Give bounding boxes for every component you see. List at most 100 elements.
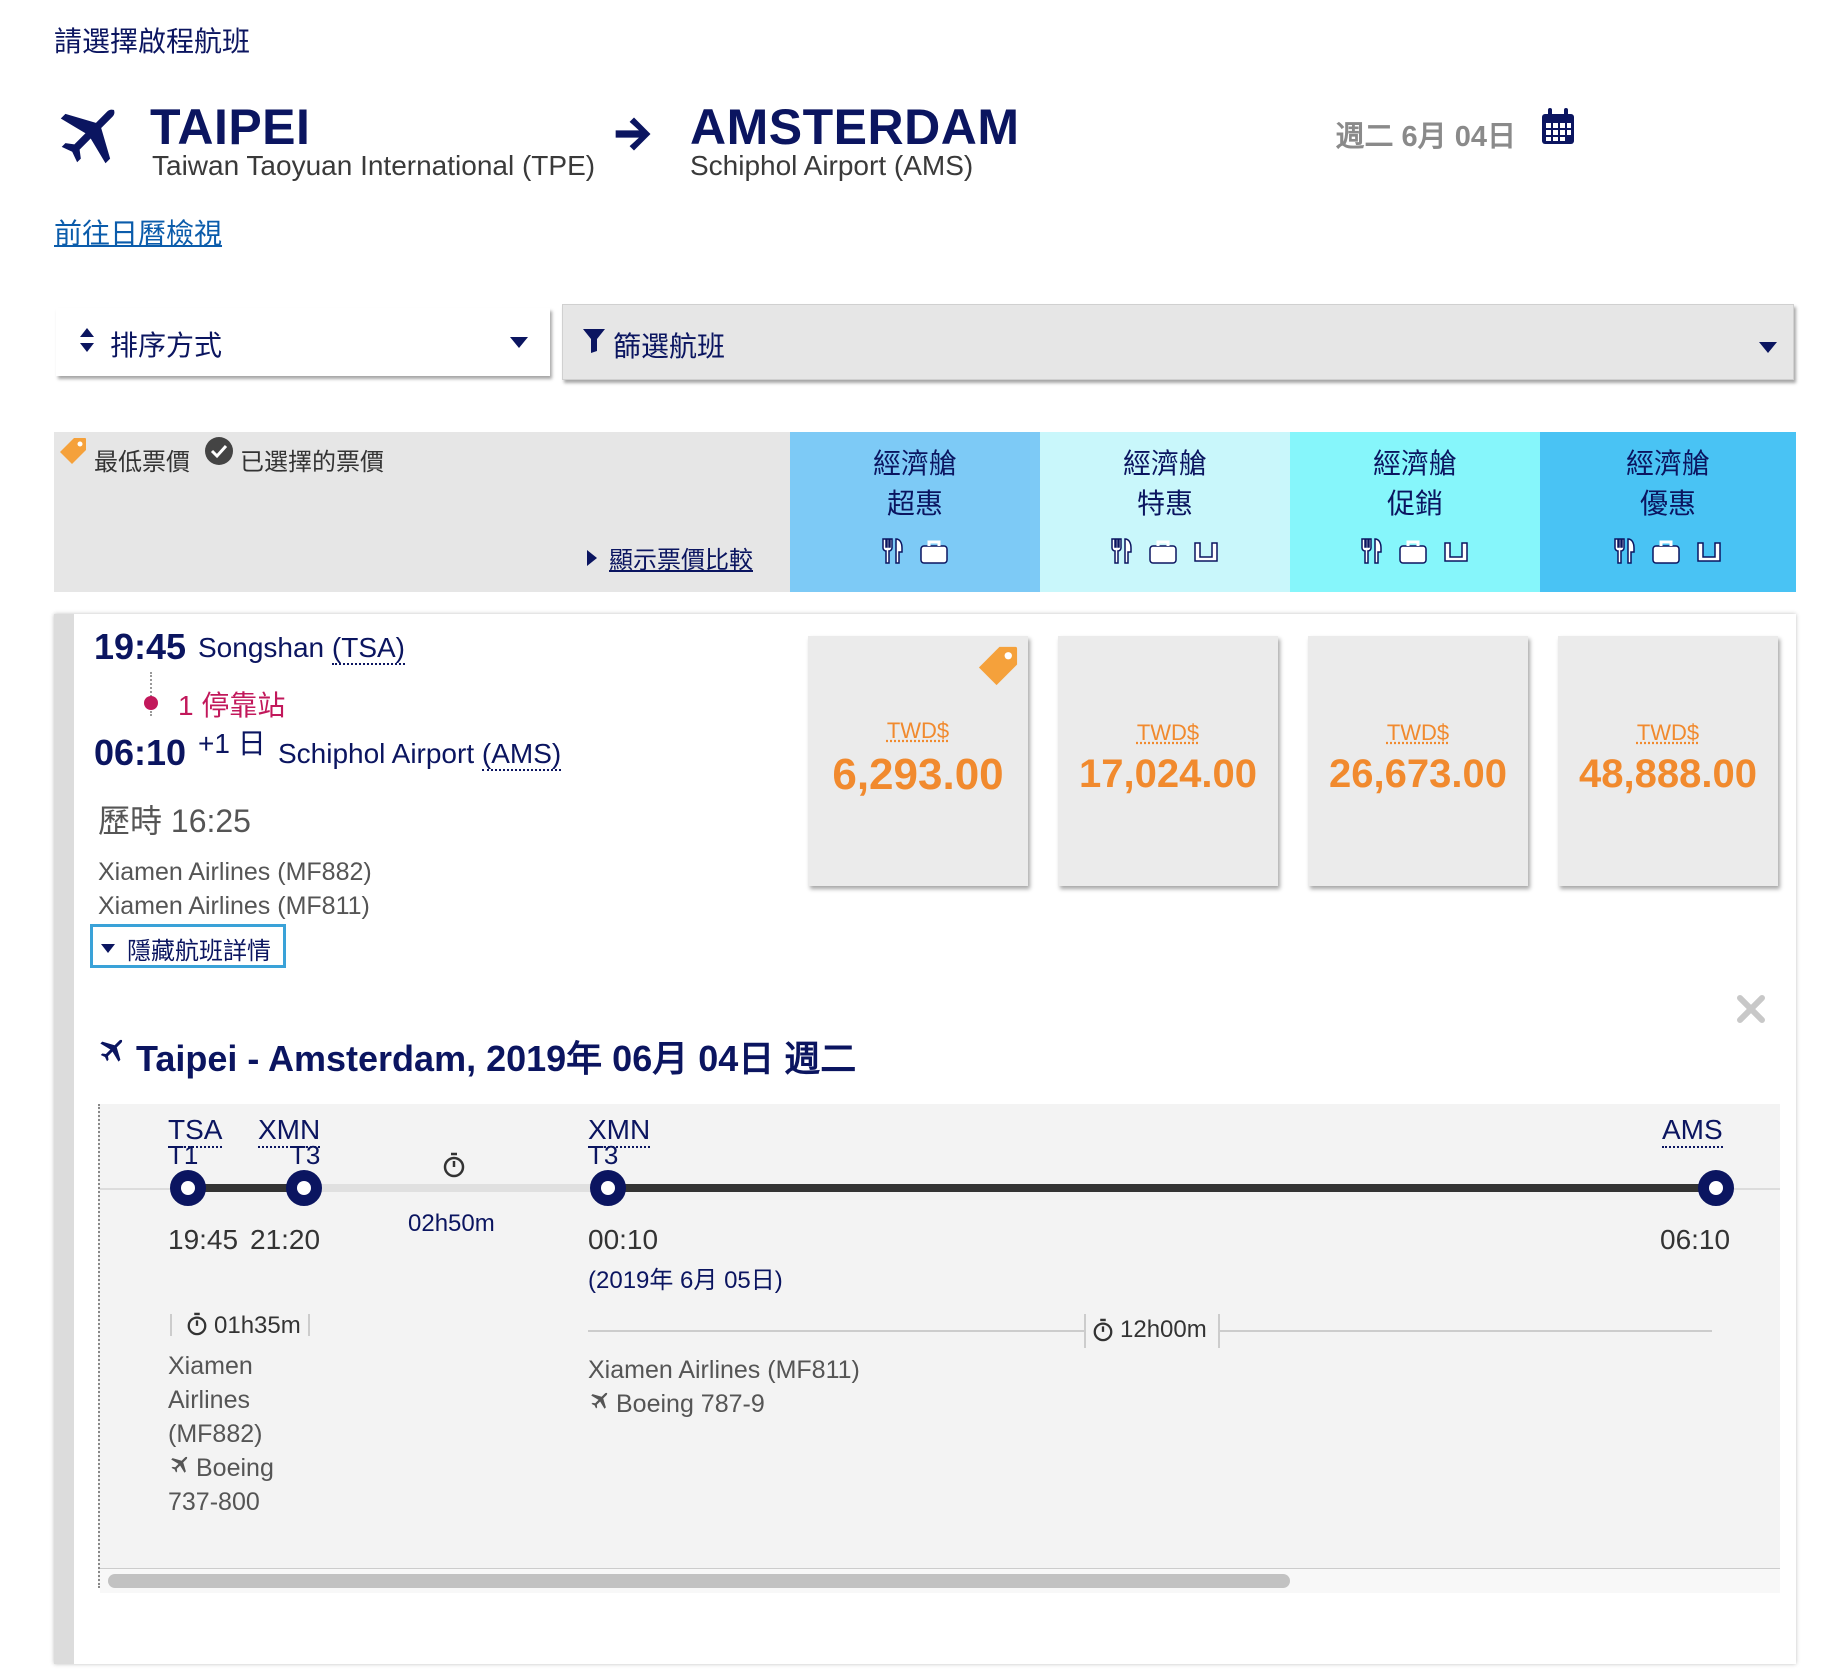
stops-count[interactable]: 1 停靠站: [178, 684, 285, 724]
sort-dropdown[interactable]: 排序方式: [56, 308, 550, 376]
cabin-class: 經濟艙: [1372, 448, 1457, 479]
cabin-column-promo[interactable]: 經濟艙 促銷: [1290, 432, 1540, 592]
arrival-airport: Schiphol Airport (AMS): [278, 738, 562, 771]
cabin-column-special[interactable]: 經濟艙 特惠: [1040, 432, 1290, 592]
sort-icon: [78, 326, 96, 359]
calendar-icon: [1540, 108, 1576, 151]
price-amount: 26,673.00: [1329, 752, 1507, 796]
seg1-aircraft-line2: 737-800: [168, 1488, 260, 1516]
layover-duration: 02h50m: [408, 1210, 495, 1237]
arrival-time: 06:10: [94, 732, 187, 773]
meal-icon: [1360, 536, 1384, 576]
close-icon[interactable]: [1736, 994, 1766, 1029]
cabin-column-value[interactable]: 經濟艙 優惠: [1540, 432, 1796, 592]
plane-icon: [96, 1036, 126, 1071]
caret-right-icon: [587, 550, 597, 571]
lowest-price-tag-icon: [976, 644, 1020, 693]
caret-down-icon: [101, 941, 115, 959]
timeline-area: TSA T1 XMN T3 XMN T3 AMS 02h50m 19:45 21…: [98, 1104, 1780, 1593]
sort-label: 排序方式: [110, 330, 223, 361]
page-title: 請選擇啟程航班: [54, 26, 251, 57]
segment-1-departure-node: [170, 1170, 206, 1206]
arrow-right-icon: [612, 112, 656, 161]
details-heading: Taipei - Amsterdam, 2019年 06月 04日 週二: [136, 1038, 857, 1079]
price-amount: 17,024.00: [1079, 752, 1257, 796]
origin-city: TAIPEI: [150, 99, 311, 155]
price-currency: TWD$: [1136, 720, 1200, 745]
legend-selected: 已選擇的票價: [240, 449, 384, 476]
stopwatch-icon: [442, 1152, 466, 1183]
seg1-arrival-time: 21:20: [250, 1224, 321, 1255]
segment-2-departure-node: [590, 1170, 626, 1206]
price-currency: TWD$: [1636, 720, 1700, 745]
seg2-duration-pill: 12h00m: [1084, 1314, 1220, 1348]
meal-icon: [881, 536, 905, 576]
seg2-carrier: Xiamen Airlines (MF811): [588, 1356, 860, 1384]
baggage-icon: [919, 536, 949, 576]
price-option-promo[interactable]: TWD$ 26,673.00: [1308, 636, 1528, 886]
cabin-column-super[interactable]: 經濟艙 超惠: [790, 432, 1040, 592]
day-offset: +1 日: [198, 728, 266, 759]
price-currency: TWD$: [1386, 720, 1450, 745]
cabin-fare: 超惠: [886, 488, 943, 519]
hide-details-button[interactable]: 隱藏航班詳情: [90, 924, 286, 968]
filter-dropdown[interactable]: 篩選航班: [562, 304, 1794, 380]
seat-icon: [1695, 536, 1723, 576]
seg1-carrier-line2: Airlines: [168, 1386, 250, 1414]
cabin-class: 經濟艙: [1625, 448, 1710, 479]
seg1-destination-terminal: T3: [290, 1140, 321, 1170]
seg2-arrival-time: 06:10: [1660, 1224, 1731, 1255]
meal-icon: [1110, 536, 1134, 576]
stopwatch-icon: [186, 1312, 208, 1341]
seg1-carrier-line1: Xiamen: [168, 1352, 253, 1380]
departure-time: 19:45: [94, 626, 187, 667]
price-amount: 48,888.00: [1579, 752, 1757, 796]
seg2-origin-terminal: T3: [588, 1140, 619, 1170]
origin-airport: Taiwan Taoyuan International (TPE): [152, 150, 596, 181]
filter-label: 篩選航班: [613, 331, 726, 362]
layover-bar: [316, 1184, 616, 1192]
price-option-special[interactable]: TWD$ 17,024.00: [1058, 636, 1278, 886]
baggage-icon: [1651, 536, 1681, 576]
meal-icon: [1613, 536, 1637, 576]
departure-airport: Songshan (TSA): [198, 632, 405, 665]
chevron-down-icon: [510, 336, 528, 354]
cabin-fare: 特惠: [1136, 488, 1193, 519]
filter-icon: [583, 329, 605, 358]
legend-lowest: 最低票價: [94, 449, 190, 476]
seg1-origin-terminal: T1: [168, 1140, 199, 1170]
price-amount: 6,293.00: [832, 750, 1004, 799]
seg1-duration: 01h35m: [214, 1312, 301, 1339]
travel-date[interactable]: 週二 6月 04日: [1336, 113, 1517, 155]
cabin-fare: 優惠: [1639, 488, 1696, 519]
seg2-destination-code[interactable]: AMS: [1662, 1114, 1723, 1148]
fare-header: 最低票價 已選擇的票價 顯示票價比較 經濟艙 超惠 經濟艙 特惠 經濟艙 促銷: [54, 432, 1796, 592]
segment-1-arrival-node: [286, 1170, 322, 1206]
calendar-view-link[interactable]: 前往日曆檢視: [54, 212, 222, 252]
timeline-scrollbar-thumb[interactable]: [108, 1574, 1290, 1588]
price-option-super[interactable]: TWD$ 6,293.00: [808, 636, 1028, 886]
destination-city: AMSTERDAM: [690, 99, 1020, 155]
seg2-duration: 12h00m: [1120, 1316, 1207, 1343]
cabin-class: 經濟艙: [872, 448, 957, 479]
price-currency: TWD$: [886, 718, 950, 743]
baggage-icon: [1398, 536, 1428, 576]
stop-dot: [144, 696, 158, 710]
seg2-departure-date: (2019年 6月 05日): [588, 1267, 783, 1294]
seat-icon: [1192, 536, 1220, 576]
price-option-value[interactable]: TWD$ 48,888.00: [1558, 636, 1778, 886]
tag-icon: [58, 436, 88, 471]
aircraft-icon: [588, 1390, 610, 1417]
cabin-class: 經濟艙: [1122, 448, 1207, 479]
seg2-aircraft: Boeing 787-9: [616, 1390, 765, 1418]
plane-icon: [50, 100, 124, 174]
cabin-fare: 促銷: [1386, 488, 1443, 519]
destination-airport: Schiphol Airport (AMS): [690, 150, 974, 181]
stopwatch-icon: [1092, 1318, 1114, 1347]
carrier-2: Xiamen Airlines (MF811): [98, 892, 370, 920]
fare-compare-link[interactable]: 顯示票價比較: [609, 540, 753, 575]
seg2-departure-time: 00:10: [588, 1224, 659, 1255]
seat-icon: [1442, 536, 1470, 576]
carrier-1: Xiamen Airlines (MF882): [98, 858, 372, 886]
card-side-bar: [54, 614, 74, 1664]
